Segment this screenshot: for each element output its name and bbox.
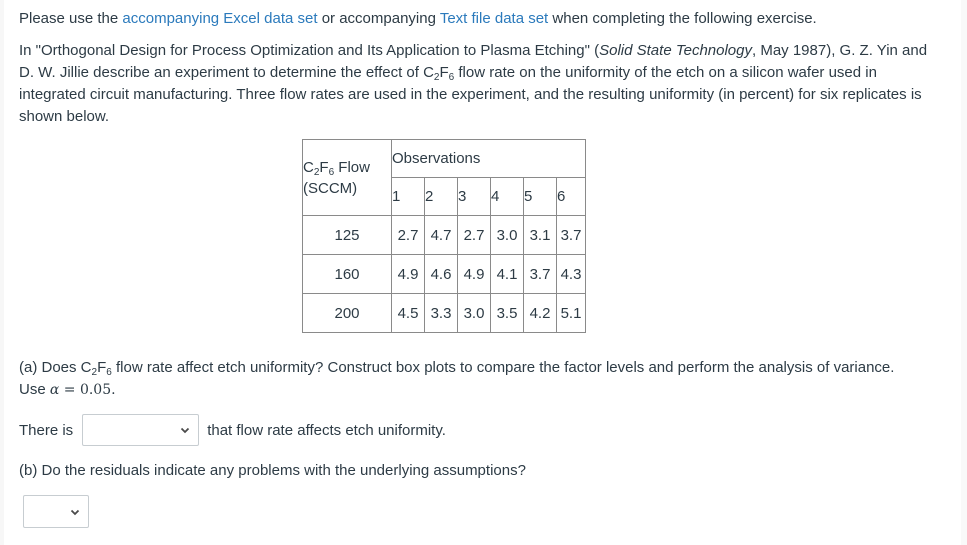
part-a-question: (a) Does C2F6 flow rate affect etch unif… bbox=[19, 357, 949, 401]
obs-number: 4 bbox=[490, 177, 524, 216]
value-cell: 3.5 bbox=[490, 293, 524, 333]
problem-text-3: F bbox=[439, 64, 449, 81]
value-cell: 4.2 bbox=[523, 293, 557, 333]
intro-suffix: when completing the following exercise. bbox=[548, 10, 817, 27]
value-cell: 3.0 bbox=[490, 215, 524, 255]
table-row: 200 4.5 3.3 3.0 3.5 4.2 5.1 bbox=[302, 293, 586, 333]
alpha-expression: α = 0.05. bbox=[50, 382, 116, 398]
value-cell: 3.1 bbox=[523, 215, 557, 255]
part-b-question: (b) Do the residuals indicate any proble… bbox=[19, 462, 526, 479]
part-a-text-f: F bbox=[97, 359, 107, 376]
excel-data-link[interactable]: accompanying Excel data set bbox=[122, 10, 317, 27]
value-cell: 2.7 bbox=[391, 215, 425, 255]
part-b-answer-row bbox=[23, 495, 89, 532]
table-row: 160 4.9 4.6 4.9 4.1 3.7 4.3 bbox=[302, 254, 586, 294]
intro-text: Please use the accompanying Excel data s… bbox=[19, 8, 817, 30]
value-cell: 3.7 bbox=[556, 215, 586, 255]
flow-rate-cell: 160 bbox=[302, 254, 392, 294]
part-a-answer-row: There is that flow rate affects etch uni… bbox=[19, 414, 446, 446]
table-header-row: C2F6 Flow (SCCM) Observations bbox=[302, 139, 586, 216]
value-cell: 4.1 bbox=[490, 254, 524, 294]
left-gutter bbox=[0, 0, 4, 545]
residuals-dropdown[interactable] bbox=[23, 495, 89, 528]
flow-column-header: C2F6 Flow (SCCM) bbox=[302, 139, 392, 216]
evidence-dropdown[interactable] bbox=[82, 414, 200, 446]
value-cell: 3.7 bbox=[523, 254, 557, 294]
value-cell: 2.7 bbox=[457, 215, 491, 255]
obs-number: 2 bbox=[424, 177, 458, 216]
answer-prefix: There is bbox=[19, 421, 74, 439]
text-file-data-link[interactable]: Text file data set bbox=[440, 10, 548, 27]
journal-title: Solid State Technology bbox=[599, 42, 752, 59]
obs-number: 6 bbox=[556, 177, 586, 216]
part-a-text-2: flow rate affect etch uniformity? Constr… bbox=[111, 359, 895, 376]
observations-header: Observations bbox=[391, 139, 586, 178]
use-label: Use bbox=[19, 381, 50, 398]
value-cell: 4.9 bbox=[391, 254, 425, 294]
uniformity-data-table: C2F6 Flow (SCCM) Observations 1 2 3 4 5 … bbox=[302, 139, 586, 333]
intro-middle: or accompanying bbox=[317, 10, 440, 27]
value-cell: 4.9 bbox=[457, 254, 491, 294]
flow-header-label: Flow bbox=[334, 158, 370, 176]
value-cell: 4.6 bbox=[424, 254, 458, 294]
chevron-down-icon bbox=[70, 509, 80, 515]
problem-text-1: In "Orthogonal Design for Process Optimi… bbox=[19, 42, 600, 59]
value-cell: 4.3 bbox=[556, 254, 586, 294]
problem-statement: In "Orthogonal Design for Process Optimi… bbox=[19, 40, 939, 128]
value-cell: 4.7 bbox=[424, 215, 458, 255]
answer-suffix: that flow rate affects etch uniformity. bbox=[207, 421, 446, 439]
part-a-text-1: (a) Does C bbox=[19, 359, 92, 376]
obs-number: 5 bbox=[523, 177, 557, 216]
obs-number: 1 bbox=[391, 177, 425, 216]
value-cell: 5.1 bbox=[556, 293, 586, 333]
flow-header-c: C bbox=[303, 158, 314, 176]
flow-rate-cell: 125 bbox=[302, 215, 392, 255]
value-cell: 3.0 bbox=[457, 293, 491, 333]
intro-prefix: Please use the bbox=[19, 10, 123, 27]
flow-rate-cell: 200 bbox=[302, 293, 392, 333]
flow-header-unit: (SCCM) bbox=[303, 179, 358, 197]
alpha-symbol: α bbox=[49, 382, 60, 398]
scrollbar-track[interactable] bbox=[961, 0, 967, 545]
flow-header-f: F bbox=[319, 158, 329, 176]
table-row: 125 2.7 4.7 2.7 3.0 3.1 3.7 bbox=[302, 215, 586, 255]
alpha-value: = 0.05. bbox=[59, 382, 116, 398]
value-cell: 3.3 bbox=[424, 293, 458, 333]
obs-number: 3 bbox=[457, 177, 491, 216]
value-cell: 4.5 bbox=[391, 293, 425, 333]
chevron-down-icon bbox=[181, 427, 190, 434]
